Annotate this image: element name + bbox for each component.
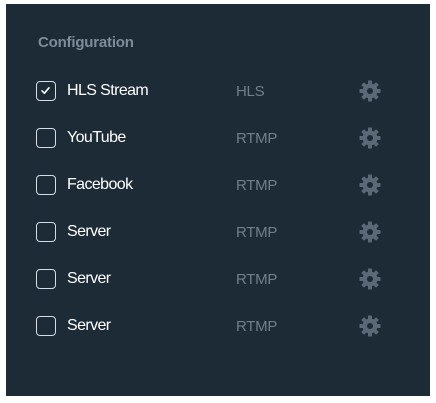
destination-name: HLS Stream [67, 82, 149, 99]
destination-row: Facebook RTMP [6, 168, 430, 215]
destination-protocol: RTMP [236, 271, 278, 288]
checkmark-icon [41, 87, 50, 94]
enable-checkbox[interactable] [36, 128, 56, 148]
gear-icon[interactable] [358, 220, 382, 244]
enable-checkbox[interactable] [36, 269, 56, 289]
enable-checkbox[interactable] [36, 316, 56, 336]
gear-icon[interactable] [358, 126, 382, 150]
destination-row: HLS Stream HLS [6, 74, 430, 121]
configuration-panel: Configuration HLS Stream HLS YouTube RTM… [6, 4, 430, 396]
destination-protocol: RTMP [236, 318, 278, 335]
destination-protocol: HLS [236, 83, 265, 100]
destination-protocol: RTMP [236, 177, 278, 194]
enable-checkbox[interactable] [36, 81, 56, 101]
enable-checkbox[interactable] [36, 175, 56, 195]
destination-row: Server RTMP [6, 309, 430, 356]
gear-icon[interactable] [358, 79, 382, 103]
gear-icon[interactable] [358, 314, 382, 338]
gear-icon[interactable] [358, 173, 382, 197]
destination-name: Server [67, 317, 111, 334]
destination-row: Server RTMP [6, 215, 430, 262]
section-title: Configuration [38, 34, 134, 51]
gear-icon[interactable] [358, 267, 382, 291]
destination-name: Server [67, 223, 111, 240]
destination-name: YouTube [67, 129, 126, 146]
destination-row: Server RTMP [6, 262, 430, 309]
destination-protocol: RTMP [236, 224, 278, 241]
destination-name: Server [67, 270, 111, 287]
destination-row: YouTube RTMP [6, 121, 430, 168]
destination-protocol: RTMP [236, 130, 278, 147]
destination-name: Facebook [67, 176, 133, 193]
enable-checkbox[interactable] [36, 222, 56, 242]
destination-list: HLS Stream HLS YouTube RTMP Facebook RTM… [6, 74, 430, 356]
